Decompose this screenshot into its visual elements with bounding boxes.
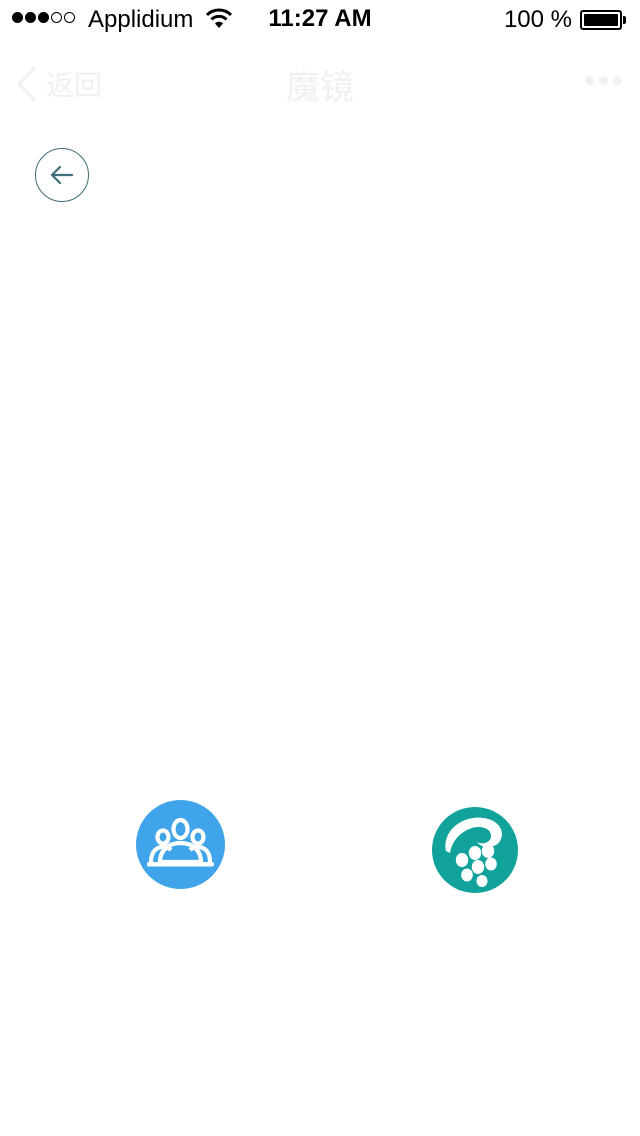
grape-logo-icon — [445, 817, 503, 887]
screen: Applidium 11:27 AM 100 % 返回 魔镜 — [0, 0, 640, 1136]
group-app-button[interactable] — [136, 800, 225, 889]
more-dot — [613, 76, 622, 85]
circle-back-button[interactable] — [35, 148, 89, 202]
status-bar: Applidium 11:27 AM 100 % — [0, 0, 640, 40]
battery-percentage: 100 % — [503, 6, 572, 33]
grape-app-button[interactable] — [432, 807, 518, 893]
arrow-left-icon — [50, 165, 74, 185]
battery-icon — [580, 10, 628, 30]
battery-body — [580, 10, 622, 30]
more-dot — [585, 76, 594, 85]
group-people-icon — [147, 817, 214, 867]
more-dots-icon[interactable] — [585, 76, 622, 85]
battery-fill — [584, 14, 618, 26]
battery-cap — [623, 16, 626, 24]
nav-title: 魔镜 — [286, 68, 354, 108]
more-dot — [599, 76, 608, 85]
nav-bar: 返回 魔镜 — [0, 40, 640, 124]
